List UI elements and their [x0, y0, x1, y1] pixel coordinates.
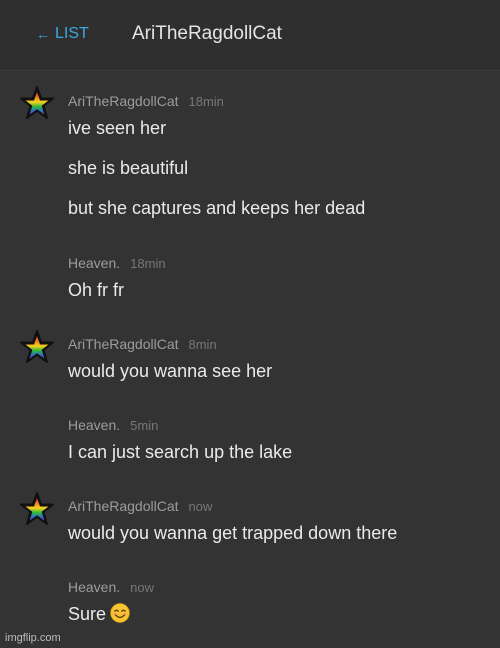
username-text[interactable]: Heaven. [68, 579, 120, 595]
message-text: ive seen her [68, 118, 167, 138]
username-text[interactable]: AriTheRagdollCat [68, 498, 179, 514]
message-username[interactable]: Heaven. 5min [68, 417, 158, 433]
username-text[interactable]: Heaven. [68, 417, 120, 433]
message-username[interactable]: Heaven. now [68, 579, 154, 595]
message-timestamp: 5min [130, 418, 159, 433]
username-text[interactable]: Heaven. [68, 255, 120, 271]
message-text: would you wanna get trapped down there [68, 523, 398, 543]
imgflip-watermark: imgflip.com [5, 632, 61, 644]
message-username[interactable]: Heaven. 18min [68, 255, 166, 271]
message-text: would you wanna see her [68, 361, 273, 381]
back-link-label: LIST [55, 25, 89, 42]
message-timestamp: now [130, 580, 155, 595]
message-text: Oh fr fr [68, 280, 125, 300]
message-text: she is beautiful [68, 158, 189, 178]
message-timestamp: 8min [188, 337, 217, 352]
message-text: I can just search up the lake [68, 442, 293, 462]
avatar-rainbow-star-icon[interactable] [20, 86, 54, 120]
back-to-list-link[interactable]: ← LIST [36, 25, 89, 43]
username-text[interactable]: AriTheRagdollCat [68, 336, 179, 352]
header-divider [0, 70, 500, 71]
chat-title: AriTheRagdollCat [132, 23, 282, 44]
message-text: but she captures and keeps her dead [68, 198, 366, 218]
message-timestamp: now [188, 499, 213, 514]
avatar-rainbow-star-icon[interactable] [20, 492, 54, 526]
message-username[interactable]: AriTheRagdollCat 8min [68, 336, 217, 352]
message-username[interactable]: AriTheRagdollCat now [68, 498, 212, 514]
message-timestamp: 18min [130, 256, 166, 271]
message-username[interactable]: AriTheRagdollCat 18min [68, 93, 224, 109]
message-text-content: Sure [68, 604, 107, 624]
message-text: Sure [68, 603, 130, 625]
avatar-rainbow-star-icon[interactable] [20, 330, 54, 364]
back-arrow-icon: ← [36, 26, 50, 42]
message-timestamp: 18min [188, 94, 224, 109]
smiling-face-emoji-icon [110, 603, 130, 623]
chat-header: ← LIST AriTheRagdollCat [0, 0, 500, 70]
username-text[interactable]: AriTheRagdollCat [68, 93, 179, 109]
